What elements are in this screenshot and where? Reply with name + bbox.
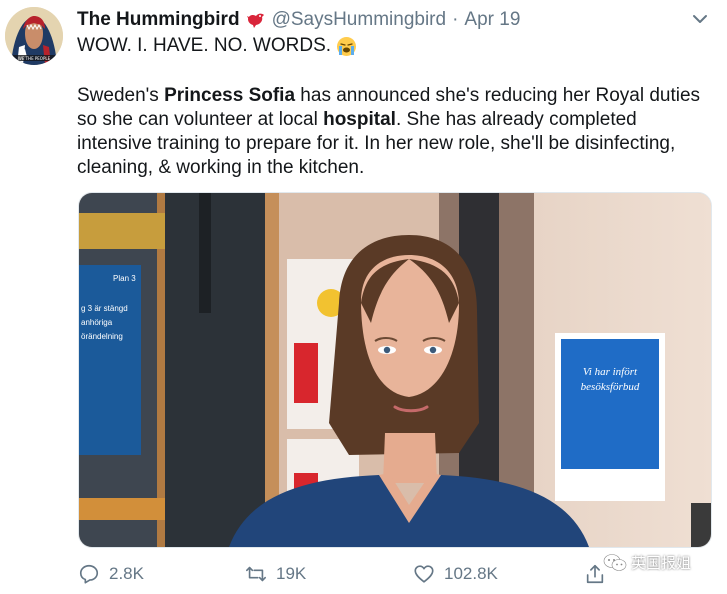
heart-icon xyxy=(414,565,434,583)
tweet-photo[interactable]: Plan 3 g 3 är stängd anhöriga örändelnin… xyxy=(78,192,712,548)
body-bold-hospital: hospital xyxy=(323,109,396,130)
loudly-crying-face-icon xyxy=(337,36,357,56)
photo-sign-right-line1: Vi har infört xyxy=(583,366,638,378)
svg-text:WE THE PEOPLE: WE THE PEOPLE xyxy=(18,56,51,61)
watermark-text: 英国报姐 xyxy=(631,554,692,572)
like-button[interactable]: 102.8K xyxy=(413,560,498,588)
chevron-down-icon[interactable] xyxy=(691,12,709,26)
tweet-header: The Hummingbird @SaysHummingbird · Apr 1… xyxy=(77,8,520,32)
reply-button[interactable]: 2.8K xyxy=(78,560,144,588)
tweet-body: Sweden's Princess Sofia has announced sh… xyxy=(77,84,717,180)
tweet-date[interactable]: Apr 19 xyxy=(464,9,520,31)
photo-sign-left-line3: örändelning xyxy=(81,332,123,341)
reply-icon xyxy=(79,564,99,584)
retweet-icon xyxy=(246,566,266,582)
photo-sign-left-line1: g 3 är stängd xyxy=(81,304,128,313)
body-text-part: Sweden's xyxy=(77,85,165,106)
photo-sign-left-line2: anhöriga xyxy=(81,318,113,327)
avatar-portrait-icon: WE THE PEOPLE xyxy=(5,7,63,65)
wechat-icon xyxy=(603,553,627,571)
like-count: 102.8K xyxy=(444,564,498,583)
tweet-headline-line: WOW. I. HAVE. NO. WORDS. xyxy=(77,35,357,57)
tweet-headline: WOW. I. HAVE. NO. WORDS. xyxy=(77,35,332,56)
body-bold-name: Princess Sofia xyxy=(164,85,296,106)
separator-dot: · xyxy=(452,9,459,30)
reply-count: 2.8K xyxy=(109,564,144,583)
photo-sign-left-title: Plan 3 xyxy=(113,274,136,283)
avatar[interactable]: WE THE PEOPLE xyxy=(5,7,63,65)
bird-emoji-icon xyxy=(246,13,264,28)
photo-sign-right-line2: besöksförbud xyxy=(581,381,640,393)
watermark: 英国报姐 xyxy=(603,552,691,573)
tweet[interactable]: WE THE PEOPLE The Hummingbird @SaysHummi… xyxy=(0,0,727,594)
user-handle[interactable]: @SaysHummingbird xyxy=(272,9,447,31)
photo-illustration: Plan 3 g 3 är stängd anhöriga örändelnin… xyxy=(79,193,711,547)
retweet-count: 19K xyxy=(276,564,307,583)
retweet-button[interactable]: 19K xyxy=(245,560,306,588)
display-name[interactable]: The Hummingbird xyxy=(77,9,240,31)
